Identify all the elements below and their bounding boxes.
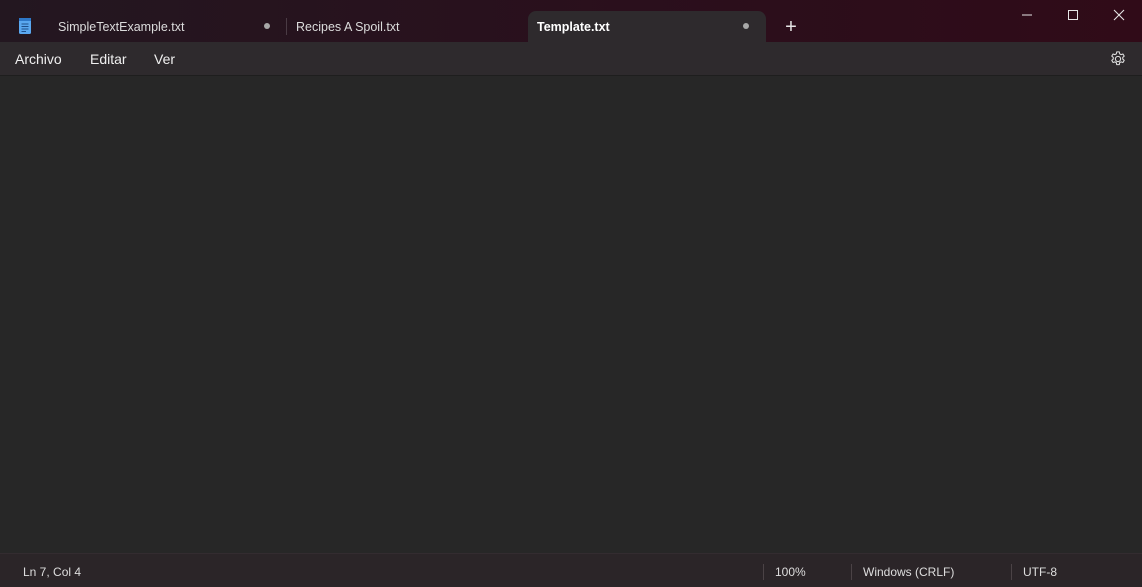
unsaved-indicator-icon[interactable] xyxy=(743,23,749,29)
cursor-position: Ln 7, Col 4 xyxy=(23,565,82,579)
notepad-window: SimpleTextExample.txt Recipes A Spoil.tx… xyxy=(0,0,1142,587)
menu-archivo[interactable]: Archivo xyxy=(15,42,62,75)
unsaved-indicator-icon[interactable] xyxy=(264,23,270,29)
new-tab-button[interactable]: + xyxy=(780,16,802,38)
minimize-icon xyxy=(1022,14,1032,16)
status-divider xyxy=(1011,564,1012,580)
text-editor[interactable] xyxy=(0,75,1142,553)
gear-icon[interactable] xyxy=(1109,50,1127,68)
tab-label: Recipes A Spoil.txt xyxy=(296,19,400,34)
line-ending[interactable]: Windows (CRLF) xyxy=(863,554,954,587)
tab-label: SimpleTextExample.txt xyxy=(58,19,185,34)
tab-simpletextexample[interactable]: SimpleTextExample.txt xyxy=(44,11,284,42)
tab-template-active[interactable]: Template.txt xyxy=(528,11,766,42)
tab-label: Template.txt xyxy=(537,19,610,34)
menu-bar: Archivo Editar Ver xyxy=(0,42,1142,75)
status-bar: Ln 7, Col 4 100% Windows (CRLF) UTF-8 xyxy=(0,553,1142,587)
menu-editar[interactable]: Editar xyxy=(90,42,127,75)
minimize-button[interactable] xyxy=(1004,0,1050,32)
title-bar: SimpleTextExample.txt Recipes A Spoil.tx… xyxy=(0,0,1142,42)
status-divider xyxy=(763,564,764,580)
close-icon xyxy=(1113,9,1125,21)
tab-recipes[interactable]: Recipes A Spoil.txt xyxy=(287,11,525,42)
status-divider xyxy=(851,564,852,580)
close-button[interactable] xyxy=(1096,0,1142,32)
maximize-icon xyxy=(1068,10,1078,20)
notepad-icon xyxy=(17,17,33,35)
zoom-level[interactable]: 100% xyxy=(775,554,806,587)
menu-ver[interactable]: Ver xyxy=(154,42,175,75)
encoding[interactable]: UTF-8 xyxy=(1023,554,1057,587)
maximize-button[interactable] xyxy=(1050,0,1096,32)
